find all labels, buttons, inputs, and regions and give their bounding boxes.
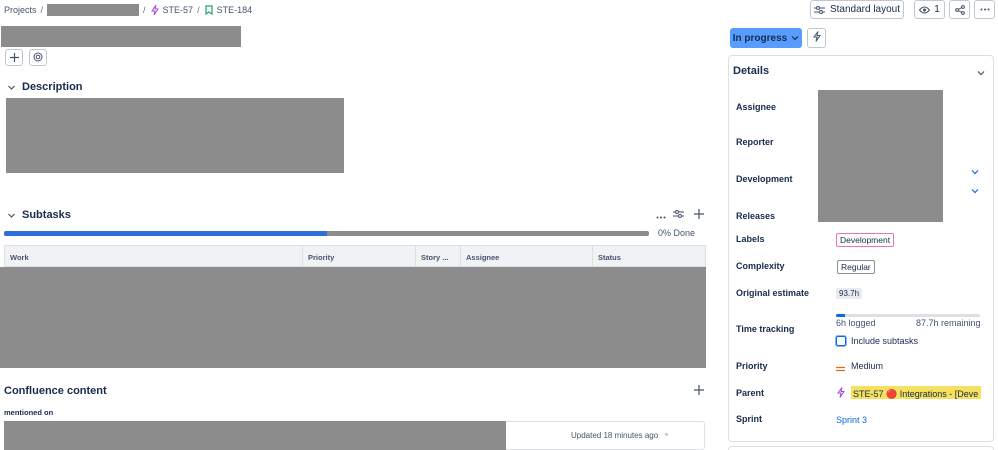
breadcrumb-separator: / [197,5,200,15]
priority-label: Priority [736,361,768,371]
more-icon [656,208,666,222]
dot-icon [665,433,668,436]
parent-value: STE-57 🔴 Integrations - [Deve [853,389,979,399]
confluence-title: Confluence content [4,385,107,397]
time-tracking-fill [836,314,846,317]
column-header-priority[interactable]: Priority [303,246,416,266]
time-logged: 6h logged [836,318,876,328]
details-title[interactable]: Details [733,65,769,77]
sliders-icon [672,208,684,222]
apps-button[interactable] [29,49,47,66]
estimate-label: Original estimate [736,288,810,298]
complexity-value[interactable]: Regular [837,260,875,274]
chevron-down-icon[interactable] [977,66,985,80]
releases-label: Releases [736,211,776,221]
priority-value[interactable]: Medium [851,361,883,371]
include-subtasks-label: Include subtasks [851,336,919,346]
sprint-label: Sprint [736,414,762,424]
subtasks-header[interactable]: Subtasks [7,209,71,221]
layout-button[interactable]: Standard layout [810,0,904,19]
plus-icon [9,51,19,65]
chevron-down-icon[interactable] [971,165,979,179]
bookmark-icon [204,5,214,15]
time-remaining: 87.7h remaining [916,318,981,328]
breadcrumb-project-redacted[interactable] [47,4,140,16]
share-button[interactable] [949,0,970,19]
chevron-down-icon [7,211,16,220]
status-label: In progress [732,32,788,44]
sprint-link[interactable]: Sprint 3 [836,415,867,425]
add-confluence-button[interactable] [693,385,705,397]
share-icon [954,4,965,15]
add-subtask-button[interactable] [693,209,705,221]
lightning-icon [150,5,160,15]
subtasks-progress-text: 0% Done [658,228,696,238]
status-dropdown[interactable]: In progress [730,28,802,48]
time-tracking-label: Time tracking [736,324,795,334]
add-button[interactable] [5,49,23,66]
next-panel-edge [728,446,994,450]
complexity-label: Complexity [736,261,785,271]
priority-medium-icon [836,362,845,376]
include-subtasks-checkbox[interactable] [836,336,846,346]
estimate-value[interactable]: 93.7h [836,288,863,299]
subtasks-progress-fill [4,231,327,236]
chevron-down-icon [7,83,16,92]
people-fields-redacted[interactable] [818,90,943,222]
subtasks-rows-redacted[interactable] [0,267,706,368]
description-header[interactable]: Description [7,81,83,93]
assignee-label: Assignee [736,102,777,112]
parent-link[interactable]: STE-57 🔴 Integrations - [Deve [851,386,981,399]
description-title: Description [22,81,83,93]
label-tag[interactable]: Development [836,233,895,247]
subtasks-progress-bar [4,231,649,236]
column-header-assignee[interactable]: Assignee [461,246,593,266]
mentioned-on-label: mentioned on [4,408,54,417]
plus-icon [694,208,704,222]
reporter-label: Reporter [736,137,774,147]
watch-button[interactable]: 1 [914,0,945,19]
time-tracking-bar[interactable] [836,314,980,317]
chevron-down-icon [791,34,799,42]
column-header-work[interactable]: Work [5,246,303,266]
column-header-story-points[interactable]: Story ... [416,246,461,266]
subtasks-table-header: Work Priority Story ... Assignee Status [4,245,706,267]
lightning-icon [812,31,822,45]
description-content-redacted[interactable] [6,98,344,173]
parent-label: Parent [736,388,765,398]
subtasks-more-button[interactable] [655,209,667,221]
plus-icon [694,384,704,398]
confluence-page-redacted[interactable] [4,421,506,450]
labels-label: Labels [736,234,765,244]
automation-button[interactable] [807,28,826,48]
subtasks-title: Subtasks [22,209,71,221]
eye-icon [919,6,931,14]
confluence-updated-text: Updated 18 minutes ago [571,431,659,440]
more-actions-button[interactable] [974,0,995,19]
sliders-icon [813,5,825,15]
issue-title-redacted[interactable] [1,26,241,47]
breadcrumb-separator: / [40,5,44,15]
development-label: Development [736,174,793,184]
chevron-down-icon[interactable] [971,184,979,198]
breadcrumb-issue-link[interactable]: STE-184 [217,5,253,15]
watchers-count: 1 [934,4,940,15]
breadcrumb-projects-link[interactable]: Projects [4,5,37,15]
breadcrumb-parent-link[interactable]: STE-57 [163,5,194,15]
more-icon [980,8,990,11]
breadcrumb-separator: / [143,5,146,15]
target-icon [33,51,43,65]
breadcrumb: Projects / / STE-57 / STE-184 [4,4,252,16]
layout-button-label: Standard layout [829,4,901,15]
subtasks-filter-button[interactable] [672,209,684,221]
lightning-icon [836,387,846,401]
column-header-status[interactable]: Status [593,246,705,266]
